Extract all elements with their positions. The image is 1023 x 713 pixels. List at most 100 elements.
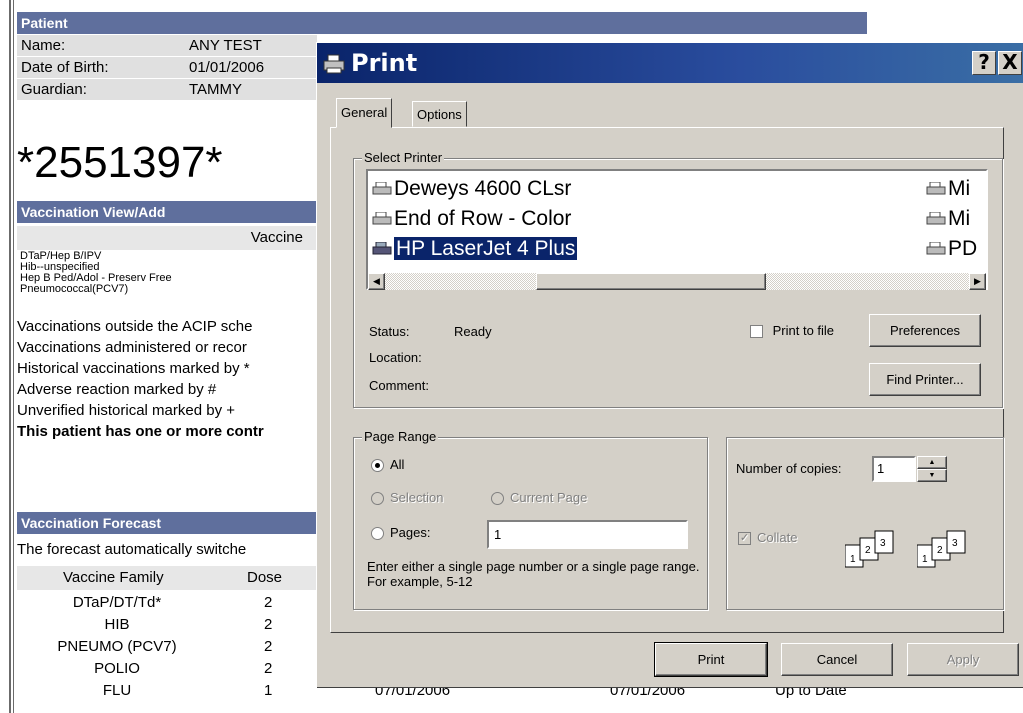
radio-dot [371,527,384,541]
select-printer-label: Select Printer [362,150,445,165]
forecast-dose: 2 [264,660,273,677]
note-line: Adverse reaction marked by # [17,381,217,398]
help-button[interactable]: ? [972,51,996,75]
tab-general[interactable]: General [336,98,393,128]
scroll-right-button[interactable]: ▶ [969,273,986,290]
forecast-family: POLIO [94,660,140,677]
printer-item[interactable]: Mi [926,175,986,203]
apply-button[interactable]: Apply [907,643,1019,676]
copies-input[interactable]: 1 [872,456,916,482]
forecast-dose: 2 [264,594,273,611]
spin-up-button[interactable]: ▲ [917,456,947,469]
guardian-label: Guardian: [21,81,87,98]
preferences-button[interactable]: Preferences [869,314,981,347]
print-to-file-label: Print to file [772,323,835,338]
radio-selection-label: Selection [390,490,444,505]
forecast-family: DTaP/DT/Td* [72,594,162,611]
collate-checkbox[interactable]: ✓ Collate [738,530,798,546]
radio-dot [371,492,384,506]
svg-text:2: 2 [865,545,871,556]
printer-icon [372,242,392,255]
print-dialog-titlebar[interactable]: Print ? X [317,43,1023,83]
vaccination-notes: Vaccinations outside the ACIP sche Vacci… [17,316,264,442]
copies-spinner[interactable]: ▲ ▼ [917,456,947,482]
forecast-header: Vaccination Forecast [17,512,317,534]
radio-selection[interactable]: Selection [371,490,444,506]
printer-name: Mi [948,177,971,200]
printer-icon [323,54,345,74]
svg-text:2: 2 [937,545,943,556]
printer-list[interactable]: Deweys 4600 CLsr End of Row - Color HP L… [366,169,988,290]
checkbox-box: ✓ [738,532,751,546]
collate-label: Collate [757,530,798,545]
name-label: Name: [21,37,66,54]
forecast-family: PNEUMO (PCV7) [57,638,177,655]
status-value: Ready [454,324,492,339]
page-range-label: Page Range [362,429,439,444]
radio-current-page-label: Current Page [510,490,588,505]
location-label: Location: [369,350,422,365]
find-printer-button[interactable]: Find Printer... [869,363,981,396]
vaccine-list: DTaP/Hep B/IPV Hib--unspecified Hep B Pe… [20,251,172,295]
radio-all[interactable]: All [371,457,405,473]
patient-guardian-row: Guardian: TAMMY [17,79,317,101]
printer-icon [372,212,392,225]
close-button[interactable]: X [998,51,1022,75]
svg-text:3: 3 [880,538,886,549]
dob-value: 01/01/2006 [189,59,265,76]
vaccine-item[interactable]: Pneumococcal(PCV7) [20,284,172,295]
cancel-button[interactable]: Cancel [781,643,893,676]
page-range-hint: Enter either a single page number or a s… [367,559,700,589]
vaccine-column-header: Vaccine [17,226,317,250]
scroll-thumb[interactable] [536,273,766,290]
contraindication-warning: This patient has one or more contr [17,423,264,440]
patient-name-row: Name: ANY TEST [17,35,317,57]
note-line: Vaccinations outside the ACIP sche [17,318,253,335]
radio-dot [371,459,384,473]
forecast-family: FLU [102,682,132,699]
page-left-border [9,0,11,713]
forecast-dose: 2 [264,638,273,655]
collate-pages-icon: 1 2 3 [917,530,966,568]
spin-down-button[interactable]: ▼ [917,469,947,482]
printer-icon [926,242,946,255]
forecast-intro: The forecast automatically switche [17,541,247,558]
printer-item[interactable]: Deweys 4600 CLsr [372,175,571,203]
scroll-left-button[interactable]: ◀ [368,273,385,290]
print-to-file-checkbox[interactable]: Print to file [750,323,835,339]
printer-item[interactable]: Mi [926,205,986,233]
page-left-border-2 [13,0,14,713]
printer-list-scrollbar[interactable]: ◀ ▶ [368,273,986,290]
name-value: ANY TEST [189,37,262,54]
tab-options[interactable]: Options [412,101,467,127]
print-dialog: Print ? X General Options Select Printer… [316,42,1023,687]
printer-name: Deweys 4600 CLsr [394,177,572,200]
forecast-col-family: Vaccine Family [63,569,164,586]
patient-barcode: *2551397* [17,138,223,187]
printer-item-selected[interactable]: HP LaserJet 4 Plus [372,235,579,263]
note-line: Unverified historical marked by + [17,402,236,419]
printer-name: HP LaserJet 4 Plus [392,236,579,261]
svg-text:1: 1 [850,554,856,565]
dob-label: Date of Birth: [21,59,109,76]
forecast-col-dose: Dose [247,569,283,586]
printer-item[interactable]: End of Row - Color [372,205,571,233]
patient-dob-row: Date of Birth: 01/01/2006 [17,57,317,79]
printer-icon [926,182,946,195]
printer-item[interactable]: PD [926,235,986,263]
radio-pages[interactable]: Pages: [371,525,431,541]
print-button[interactable]: Print [654,642,768,677]
svg-text:3: 3 [952,538,958,549]
printer-name: Mi [948,207,971,230]
radio-current-page[interactable]: Current Page [491,490,588,506]
status-label: Status: [369,324,410,339]
radio-all-label: All [390,457,405,472]
note-line: Historical vaccinations marked by * [17,360,250,377]
printer-icon [372,182,392,195]
patient-fields: Name: ANY TEST Date of Birth: 01/01/2006 G… [17,35,317,101]
radio-pages-label: Pages: [390,525,431,540]
forecast-dose: 2 [264,616,273,633]
pages-input[interactable]: 1 [487,520,688,549]
collate-pages-icon: 1 2 3 [845,530,894,568]
svg-text:1: 1 [922,554,928,565]
